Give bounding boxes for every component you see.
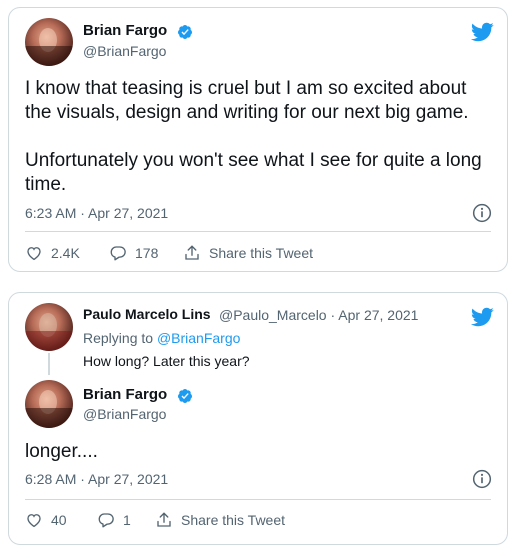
reply-count: 1 (123, 512, 131, 528)
reply-count: 178 (135, 245, 159, 261)
heart-icon (27, 514, 41, 528)
author-name[interactable]: Brian Fargo (83, 22, 167, 39)
like-count: 2.4K (51, 245, 80, 261)
reply-author-handle-date[interactable]: @Paulo_Marcelo · Apr 27, 2021 (219, 307, 418, 323)
info-icon[interactable] (472, 469, 492, 489)
avatar[interactable] (25, 18, 73, 66)
verified-badge-icon (177, 25, 192, 39)
replying-to-handle[interactable]: @BrianFargo (157, 330, 240, 346)
share-icon (157, 512, 171, 527)
like-button[interactable]: 2.4K (25, 244, 80, 262)
tweet-text: I know that teasing is cruel but I am so… (25, 78, 482, 195)
share-icon (185, 245, 199, 260)
replying-to: Replying to @BrianFargo (83, 330, 241, 346)
divider (25, 231, 491, 232)
heart-icon (27, 247, 41, 261)
reply-text: How long? Later this year? (83, 353, 250, 369)
info-icon[interactable] (472, 203, 492, 223)
share-label: Share this Tweet (209, 245, 314, 261)
reply-button[interactable]: 1 (97, 511, 131, 529)
reply-icon (110, 246, 126, 261)
reply-icon (98, 513, 114, 528)
twitter-bird-icon[interactable] (470, 20, 494, 44)
author-name[interactable]: Brian Fargo (83, 386, 167, 403)
timestamp[interactable]: 6:28 AM · Apr 27, 2021 (25, 471, 168, 487)
share-label: Share this Tweet (181, 512, 286, 528)
avatar[interactable] (25, 380, 73, 428)
timestamp[interactable]: 6:23 AM · Apr 27, 2021 (25, 205, 168, 221)
author-handle[interactable]: @BrianFargo (83, 406, 166, 422)
author-handle[interactable]: @BrianFargo (83, 43, 166, 59)
tweet-card-2[interactable]: Paulo Marcelo Lins @Paulo_Marcelo · Apr … (8, 292, 508, 545)
tweet-card-1[interactable]: Brian Fargo @BrianFargo I know that teas… (8, 7, 508, 272)
thread-line (48, 353, 50, 375)
tweet-text: longer.... (25, 441, 98, 462)
divider (25, 499, 491, 500)
verified-badge-icon (177, 389, 192, 403)
share-button[interactable]: Share this Tweet (155, 511, 285, 529)
share-button[interactable]: Share this Tweet (183, 244, 313, 262)
reply-button[interactable]: 178 (109, 244, 158, 262)
like-count: 40 (51, 512, 67, 528)
reply-author-name[interactable]: Paulo Marcelo Lins (83, 306, 211, 322)
like-button[interactable]: 40 (25, 511, 67, 529)
reply-avatar[interactable] (25, 303, 73, 351)
twitter-bird-icon[interactable] (470, 305, 494, 329)
